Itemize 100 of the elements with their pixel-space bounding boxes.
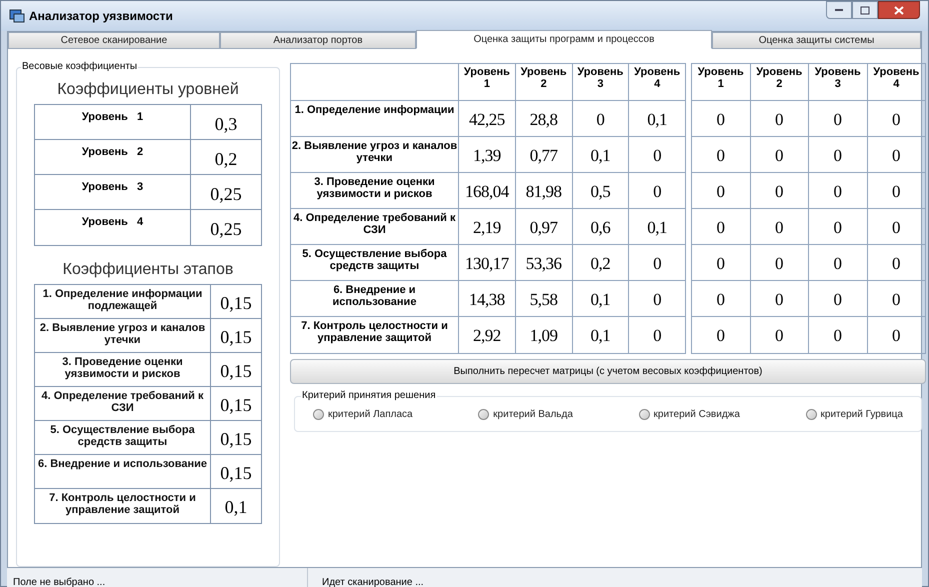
table-cell: 4. Определение требований к СЗИ bbox=[35, 387, 211, 420]
table-cell-text: 0,15 bbox=[219, 326, 253, 349]
row-header: 6. Внедрение и использование bbox=[291, 281, 459, 316]
table-cell: 7. Контроль целостности и управление защитой bbox=[35, 489, 211, 523]
column-header: Уровень 2 bbox=[516, 64, 572, 100]
table-cell: 0,97 bbox=[516, 209, 572, 244]
window-title: Анализатор уязвимости bbox=[29, 8, 173, 25]
maximize-icon bbox=[860, 6, 870, 14]
table-cell-text: 0 bbox=[652, 325, 662, 347]
section-title: Коэффициенты этапов bbox=[62, 260, 234, 280]
table-cell: 28,8 bbox=[516, 101, 572, 136]
table-cell-text: 0 bbox=[652, 253, 662, 275]
table-cell: 2,92 bbox=[459, 317, 516, 353]
table-cell: 0 bbox=[750, 137, 809, 172]
radio-button[interactable] bbox=[478, 408, 490, 420]
table-cell-text: 0,15 bbox=[219, 462, 253, 485]
table-cell: 0 bbox=[692, 101, 750, 136]
table-cell: 0 bbox=[809, 245, 868, 280]
table-cell: Уровень 2 bbox=[35, 140, 191, 174]
table-cell-text: 0 bbox=[652, 145, 662, 167]
group-title: Весовые коэффициенты bbox=[21, 60, 138, 74]
table-cell-text: 0,15 bbox=[219, 292, 253, 315]
table-cell: 0 bbox=[750, 173, 809, 208]
row-header: 3. Проведение оценки уязвимости и рисков bbox=[291, 173, 459, 208]
table-cell: 14,38 bbox=[459, 281, 516, 316]
table-cell-text: 0,1 bbox=[646, 109, 668, 131]
table-cell: 0 bbox=[809, 281, 868, 316]
table-cell: 0 bbox=[809, 317, 868, 353]
table-cell-text: 0,1 bbox=[646, 217, 668, 239]
table-cell: 5,58 bbox=[516, 281, 572, 316]
radio-button[interactable] bbox=[313, 408, 324, 420]
radio-button[interactable] bbox=[806, 408, 817, 420]
row-header: 4. Определение требований к СЗИ bbox=[291, 209, 459, 244]
table-cell: 0 bbox=[750, 281, 809, 316]
column-header: Уровень 3 bbox=[572, 64, 630, 100]
table-cell-text: 0 bbox=[891, 145, 902, 167]
table-cell: 2. Выявление угроз и каналов утечки bbox=[35, 319, 211, 352]
table-cell-text: 0,15 bbox=[219, 360, 253, 383]
table-cell: 81,98 bbox=[516, 173, 572, 208]
column-header: Уровень 4 bbox=[633, 65, 682, 92]
maximize-button[interactable] bbox=[852, 1, 878, 19]
tab[interactable]: Сетевое сканирование bbox=[8, 32, 220, 49]
minimize-icon bbox=[834, 8, 844, 12]
table-cell: 0 bbox=[750, 209, 809, 244]
table-cell: 53,36 bbox=[516, 245, 572, 280]
table-cell: 130,17 bbox=[459, 245, 516, 280]
group-title: Критерий принятия решения bbox=[301, 389, 437, 403]
table-cell: 0 bbox=[692, 245, 750, 280]
table-cell: 1. Определение информации подлежащей bbox=[35, 285, 211, 318]
table-cell: Уровень 1 bbox=[35, 105, 191, 139]
table-cell: 0 bbox=[750, 101, 809, 136]
column-header: Уровень 1 bbox=[692, 64, 750, 100]
table-cell: 0 bbox=[692, 209, 750, 244]
table-cell-text: 0,3 bbox=[214, 113, 238, 136]
status-text: Поле не выбрано ... bbox=[12, 576, 106, 587]
table-cell: 42,25 bbox=[459, 101, 516, 136]
table-cell: 0 bbox=[809, 137, 868, 172]
table-cell-text: 0,25 bbox=[209, 183, 243, 206]
close-icon bbox=[894, 6, 904, 14]
table-cell: 0,1 bbox=[572, 137, 630, 172]
recalc-button[interactable]: Выполнить пересчет матрицы (с учетом весовых коэффициентов) bbox=[290, 359, 926, 384]
table-cell-text: 0 bbox=[891, 253, 902, 275]
table-cell: 3. Проведение оценки уязвимости и рисков bbox=[35, 353, 211, 386]
row-header: 5. Осуществление выбора средств защиты bbox=[291, 245, 459, 280]
table-cell: 0,2 bbox=[572, 245, 630, 280]
table-cell: 0 bbox=[750, 317, 809, 353]
table-cell: 0,1 bbox=[572, 317, 630, 353]
section-title: Коэффициенты уровней bbox=[57, 80, 239, 100]
table-cell: 0 bbox=[692, 317, 750, 353]
tab[interactable]: Оценка защиты программ и процессов bbox=[416, 30, 712, 49]
app-icon bbox=[9, 8, 25, 24]
table-cell: 0 bbox=[809, 173, 868, 208]
minimize-button[interactable] bbox=[826, 1, 852, 19]
radio-button[interactable] bbox=[638, 408, 650, 420]
table-cell: 6. Внедрение и использование bbox=[35, 455, 211, 488]
table-cell-text: 0 bbox=[652, 289, 662, 311]
table-cell: 0 bbox=[809, 101, 868, 136]
table-cell-text: 0,15 bbox=[219, 428, 253, 451]
table-cell-text: 0 bbox=[891, 217, 902, 239]
status-text: Идет сканирование ... bbox=[307, 568, 424, 587]
table-cell-text: 0,1 bbox=[224, 496, 248, 519]
row-header: 2. Выявление угроз и каналов утечки bbox=[291, 137, 459, 172]
table-cell-text: 0 bbox=[652, 181, 662, 203]
close-button[interactable] bbox=[878, 1, 920, 19]
table-cell: 5. Осуществление выбора средств защиты bbox=[35, 421, 211, 454]
table-cell: Уровень 3 bbox=[35, 175, 191, 209]
table-cell: 0 bbox=[692, 173, 750, 208]
column-header: Уровень 3 bbox=[809, 64, 868, 100]
radio-label: критерий Гурвица bbox=[820, 408, 903, 422]
table-cell: 0,1 bbox=[572, 281, 630, 316]
table-cell: 0,6 bbox=[572, 209, 630, 244]
radio-label: критерий Лапласа bbox=[328, 408, 413, 422]
tab[interactable]: Оценка защиты системы bbox=[712, 32, 921, 49]
tab[interactable]: Анализатор портов bbox=[220, 32, 416, 49]
table-cell-text: 0,2 bbox=[214, 148, 238, 171]
table-cell: 0,77 bbox=[516, 137, 572, 172]
column-header: Уровень 2 bbox=[750, 64, 809, 100]
column-header: Уровень 4 bbox=[872, 65, 920, 92]
row-header: 7. Контроль целостности и управление защитой bbox=[291, 317, 459, 353]
table-cell: 0,5 bbox=[572, 173, 630, 208]
